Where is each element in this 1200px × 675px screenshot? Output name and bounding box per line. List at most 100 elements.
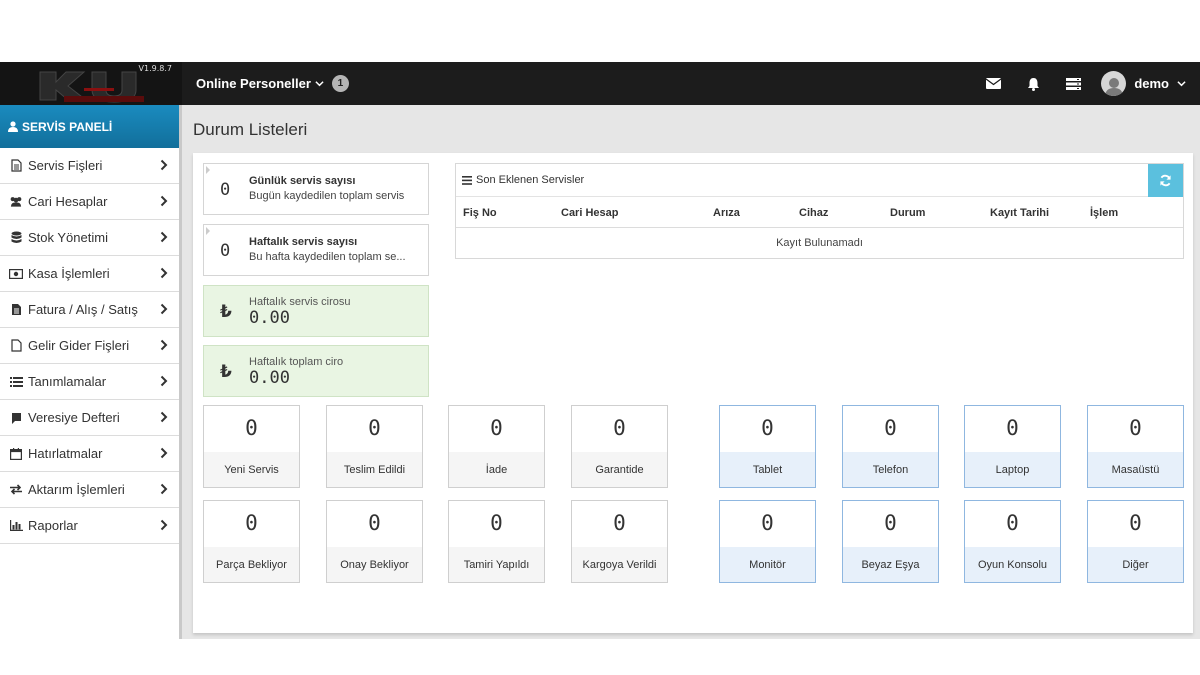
sidebar-item-fatura[interactable]: Fatura / Alış / Satış (0, 292, 179, 328)
notifications-button[interactable] (1013, 62, 1053, 105)
stat-title: Haftalık servis cirosu (249, 296, 351, 308)
stat-subtitle: Bu hafta kaydedilen toplam se... (249, 251, 406, 263)
database-icon (9, 231, 23, 245)
stat-value: 0 (220, 241, 231, 261)
money-icon (9, 267, 23, 281)
stat-title: Haftalık toplam ciro (249, 356, 344, 368)
column-header[interactable]: Kayıt Tarihi (990, 207, 1049, 219)
tile-count: 0 (490, 416, 503, 440)
sidebar-item-label: Raporlar (28, 518, 78, 533)
sidebar-item-raporlar[interactable]: Raporlar (0, 508, 179, 544)
stat-title: Haftalık servis sayısı (249, 236, 358, 248)
sidebar-item-aktarim-islemleri[interactable]: Aktarım İşlemleri (0, 472, 179, 508)
device-tile-tablet[interactable]: 0 Tablet (719, 405, 816, 488)
user-menu[interactable]: demo (1093, 71, 1200, 96)
tile-count: 0 (1006, 511, 1019, 535)
column-header[interactable]: Cihaz (799, 207, 828, 219)
status-tile-onay-bekliyor[interactable]: 0 Onay Bekliyor (326, 500, 423, 583)
status-tile-teslim-edildi[interactable]: 0 Teslim Edildi (326, 405, 423, 488)
status-tile-parca-bekliyor[interactable]: 0 Parça Bekliyor (203, 500, 300, 583)
list-icon (462, 175, 472, 185)
online-staff-dropdown[interactable]: Online Personeller 1 (196, 75, 349, 92)
chevron-right-icon (160, 519, 168, 531)
device-tile-monitor[interactable]: 0 Monitör (719, 500, 816, 583)
chevron-right-icon (160, 375, 168, 387)
stat-value: 0 (220, 180, 231, 200)
tile-count: 0 (761, 416, 774, 440)
dashboard-card: 0 Günlük servis sayısı Bugün kaydedilen … (193, 153, 1193, 633)
book-icon (9, 411, 23, 425)
envelope-icon (985, 78, 1001, 89)
sidebar-item-stok-yonetimi[interactable]: Stok Yönetimi (0, 220, 179, 256)
tile-label: Tablet (720, 452, 815, 487)
tasks-button[interactable] (1053, 62, 1093, 105)
main-content: Durum Listeleri 0 Günlük servis sayısı B… (185, 105, 1200, 639)
chevron-down-icon (1177, 81, 1186, 87)
tile-count: 0 (245, 416, 258, 440)
tile-label: Beyaz Eşya (843, 547, 938, 582)
user-avatar-icon (1101, 71, 1127, 96)
table-header-row: Fiş No Cari Hesap Arıza Cihaz Durum Kayı… (456, 197, 1183, 228)
stat-subtitle: Bugün kaydedilen toplam servis (249, 190, 405, 202)
empty-table-message: Kayıt Bulunamadı (776, 237, 863, 249)
app-window: V1.9.8.7 Online Personeller 1 demo SERVİ… (0, 62, 1200, 639)
file-icon (9, 303, 23, 317)
sidebar-item-kasa-islemleri[interactable]: Kasa İşlemleri (0, 256, 179, 292)
sidebar-item-tanimlamalar[interactable]: Tanımlamalar (0, 364, 179, 400)
tile-label: Monitör (720, 547, 815, 582)
chevron-right-icon (160, 411, 168, 423)
tile-label: Oyun Konsolu (965, 547, 1060, 582)
sidebar-item-label: Kasa İşlemleri (28, 266, 110, 281)
app-version: V1.9.8.7 (138, 64, 172, 73)
sidebar-item-veresiye-defteri[interactable]: Veresiye Defteri (0, 400, 179, 436)
status-tile-garantide[interactable]: 0 Garantide (571, 405, 668, 488)
sidebar-header-label: SERVİS PANELİ (22, 119, 113, 134)
sidebar-item-label: Hatırlatmalar (28, 446, 103, 461)
page-title: Durum Listeleri (193, 120, 308, 139)
column-header[interactable]: İşlem (1090, 207, 1118, 219)
refresh-button[interactable] (1148, 164, 1183, 197)
tile-label: Masaüstü (1088, 452, 1183, 487)
device-tile-diger[interactable]: 0 Diğer (1087, 500, 1184, 583)
sidebar-item-cari-hesaplar[interactable]: Cari Hesaplar (0, 184, 179, 220)
tile-count: 0 (761, 511, 774, 535)
device-tile-oyun-konsolu[interactable]: 0 Oyun Konsolu (964, 500, 1061, 583)
recent-services-panel: Son Eklenen Servisler Fiş No Cari Hesap … (455, 163, 1184, 259)
tile-label: Parça Bekliyor (204, 547, 299, 582)
brand-logo[interactable]: V1.9.8.7 (0, 62, 182, 105)
device-tile-masaustu[interactable]: 0 Masaüstü (1087, 405, 1184, 488)
weekly-service-count-box: 0 Haftalık servis sayısı Bu hafta kayded… (203, 224, 429, 276)
tile-label: Yeni Servis (204, 452, 299, 487)
status-tile-yeni-servis[interactable]: 0 Yeni Servis (203, 405, 300, 488)
tile-count: 0 (884, 511, 897, 535)
device-tile-beyaz-esya[interactable]: 0 Beyaz Eşya (842, 500, 939, 583)
bar-chart-icon (9, 519, 23, 533)
sidebar-item-label: Stok Yönetimi (28, 230, 108, 245)
device-tile-telefon[interactable]: 0 Telefon (842, 405, 939, 488)
chevron-right-icon (160, 159, 168, 171)
status-tile-iade[interactable]: 0 İade (448, 405, 545, 488)
top-right-toolbar: demo (973, 62, 1200, 105)
stat-amount: 0.00 (249, 368, 290, 388)
sidebar-header: SERVİS PANELİ (0, 105, 179, 148)
top-navbar: V1.9.8.7 Online Personeller 1 demo (0, 62, 1200, 105)
weekly-total-revenue-box: ₺ Haftalık toplam ciro 0.00 (203, 345, 429, 397)
device-tile-laptop[interactable]: 0 Laptop (964, 405, 1061, 488)
sidebar-item-servis-fisleri[interactable]: Servis Fişleri (0, 148, 179, 184)
column-header[interactable]: Durum (890, 207, 925, 219)
tile-count: 0 (884, 416, 897, 440)
sidebar-item-hatirlatmalar[interactable]: Hatırlatmalar (0, 436, 179, 472)
column-header[interactable]: Cari Hesap (561, 207, 618, 219)
column-header[interactable]: Arıza (713, 207, 740, 219)
tile-count: 0 (245, 511, 258, 535)
status-tile-kargoya-verildi[interactable]: 0 Kargoya Verildi (571, 500, 668, 583)
sidebar-item-gelir-gider[interactable]: Gelir Gider Fişleri (0, 328, 179, 364)
daily-service-count-box: 0 Günlük servis sayısı Bugün kaydedilen … (203, 163, 429, 215)
tile-label: Laptop (965, 452, 1060, 487)
messages-button[interactable] (973, 62, 1013, 105)
column-header[interactable]: Fiş No (463, 207, 497, 219)
exchange-icon (9, 483, 23, 497)
tile-label: Diğer (1088, 547, 1183, 582)
status-tile-tamiri-yapildi[interactable]: 0 Tamiri Yapıldı (448, 500, 545, 583)
file-o-icon (9, 339, 23, 353)
